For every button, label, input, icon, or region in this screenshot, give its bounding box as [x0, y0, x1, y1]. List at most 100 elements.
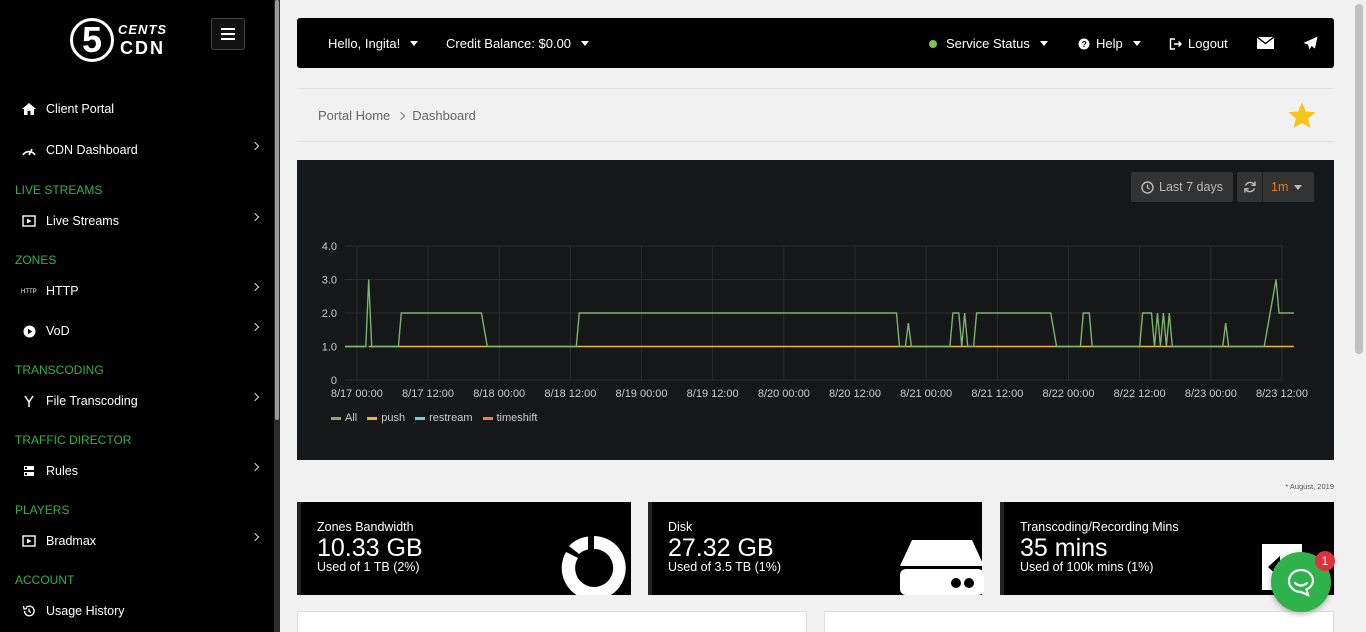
- bottom-panel-left: [297, 611, 807, 632]
- sidebar-item-live-streams[interactable]: Live Streams: [0, 206, 274, 236]
- history-icon: [20, 604, 38, 618]
- card-subtext: Used of 100k mins (1%): [1020, 560, 1154, 574]
- x-tick-label: 8/23 12:00: [1256, 388, 1308, 400]
- sidebar-item-file-transcoding[interactable]: File Transcoding: [0, 386, 274, 416]
- page-scrollbar[interactable]: [1351, 0, 1366, 632]
- chevron-right-icon: [250, 462, 260, 472]
- send-button[interactable]: [1303, 36, 1318, 50]
- card-disk: Disk 27.32 GB Used of 3.5 TB (1%): [648, 502, 984, 595]
- x-tick-label: 8/19 12:00: [687, 388, 739, 400]
- sidebar-item-vod[interactable]: VoD: [0, 316, 274, 346]
- sidebar-item-label: CDN Dashboard: [46, 143, 138, 157]
- messages-button[interactable]: [1257, 37, 1274, 49]
- card-value: 27.32 GB: [668, 534, 774, 562]
- breadcrumb-home-link[interactable]: Portal Home: [318, 108, 390, 123]
- y-tick-label: 2.0: [322, 308, 337, 320]
- logout-button[interactable]: Logout: [1169, 36, 1228, 51]
- sidebar-item-label: File Transcoding: [46, 394, 138, 408]
- x-tick-label: 8/17 00:00: [331, 388, 383, 400]
- chevron-right-icon: [250, 212, 260, 222]
- sidebar-item-cdn-dashboard[interactable]: CDN Dashboard: [0, 135, 274, 165]
- chevron-right-icon: [397, 111, 406, 120]
- player-icon: [20, 534, 38, 548]
- sidebar-item-client-portal[interactable]: Client Portal: [0, 94, 274, 124]
- legend-swatch: [482, 416, 493, 420]
- card-label: Transcoding/Recording Mins: [1020, 520, 1179, 534]
- x-tick-label: 8/19 00:00: [616, 388, 668, 400]
- donut-chart-icon: [561, 536, 626, 595]
- card-subtext: Used of 1 TB (2%): [317, 560, 420, 574]
- chat-bubble-icon: [1287, 568, 1315, 597]
- logout-icon: [1169, 37, 1182, 50]
- sidebar-item-rules[interactable]: Rules: [0, 456, 274, 486]
- paper-plane-icon: [1303, 36, 1318, 50]
- user-menu[interactable]: Hello, Ingita!: [328, 36, 419, 51]
- legend-label: timeshift: [496, 412, 538, 424]
- caret-down-icon: [410, 41, 419, 46]
- hard-drive-icon: [900, 540, 984, 595]
- svg-text:HTTP: HTTP: [21, 289, 37, 295]
- period-note: * August, 2019: [1285, 482, 1334, 491]
- live-stream-icon: [20, 214, 38, 228]
- card-subtext: Used of 3.5 TB (1%): [668, 560, 782, 574]
- card-value: 35 mins: [1020, 534, 1108, 562]
- caret-down-icon: [1039, 41, 1048, 46]
- bottom-panel-right: [824, 611, 1334, 632]
- credit-balance-menu[interactable]: Credit Balance: $0.00: [446, 36, 590, 51]
- breadcrumb: Portal Home Dashboard: [318, 108, 476, 123]
- greeting-text: Hello, Ingita!: [328, 36, 401, 51]
- sidebar-item-label: HTTP: [46, 284, 79, 298]
- x-tick-label: 8/18 12:00: [544, 388, 596, 400]
- sidebar-item-label: Client Portal: [46, 102, 115, 116]
- chevron-right-icon: [250, 392, 260, 402]
- section-zones: ZONES: [15, 253, 57, 267]
- sidebar-scrollbar[interactable]: [274, 0, 280, 632]
- x-tick-label: 8/22 12:00: [1114, 388, 1166, 400]
- x-tick-label: 8/22 00:00: [1043, 388, 1095, 400]
- home-icon: [20, 102, 38, 116]
- sidebar-item-label: Usage History: [46, 604, 125, 618]
- logout-text: Logout: [1188, 36, 1228, 51]
- legend-item-push[interactable]: push: [367, 412, 405, 424]
- chevron-right-icon: [250, 532, 260, 542]
- envelope-icon: [1257, 37, 1274, 49]
- sidebar-item-bradmax[interactable]: Bradmax: [0, 526, 274, 556]
- y-tick-label: 3.0: [322, 275, 337, 287]
- section-traffic-director: TRAFFIC DIRECTOR: [15, 433, 132, 447]
- x-tick-label: 8/18 00:00: [473, 388, 525, 400]
- sidebar-item-usage-history[interactable]: Usage History: [0, 596, 274, 626]
- section-transcoding: TRANSCODING: [15, 363, 104, 377]
- status-dot-icon: [929, 39, 937, 48]
- legend-swatch: [331, 416, 341, 420]
- brand-logo[interactable]: 5 CENTS CDN: [70, 18, 170, 64]
- favorite-star-icon[interactable]: [1287, 101, 1317, 131]
- sidebar-item-label: Live Streams: [46, 214, 119, 228]
- x-tick-label: 8/20 12:00: [829, 388, 881, 400]
- breadcrumb-bar: Portal Home Dashboard: [297, 88, 1334, 142]
- legend-item-restream[interactable]: restream: [415, 412, 473, 424]
- rules-icon: [20, 464, 38, 478]
- speedometer-icon: [20, 143, 38, 157]
- x-tick-label: 8/23 00:00: [1185, 388, 1237, 400]
- section-players: PLAYERS: [15, 503, 70, 517]
- x-tick-label: 8/21 00:00: [900, 388, 952, 400]
- section-live-streams: LIVE STREAMS: [15, 183, 103, 197]
- card-label: Disk: [668, 520, 693, 534]
- chart-legend: All push restream timeshift: [331, 412, 537, 424]
- service-status-text: Service Status: [946, 36, 1030, 51]
- sidebar-item-http[interactable]: HTTP HTTP: [0, 276, 274, 306]
- help-menu[interactable]: ? Help: [1078, 36, 1141, 51]
- y-tick-label: 1.0: [322, 342, 337, 354]
- x-tick-label: 8/17 12:00: [402, 388, 454, 400]
- sidebar: 5 CENTS CDN Client Portal CDN Dashboard …: [0, 0, 280, 632]
- play-circle-icon: [20, 324, 38, 338]
- sidebar-item-label: Bradmax: [46, 534, 97, 548]
- legend-item-timeshift[interactable]: timeshift: [482, 412, 538, 424]
- service-status-menu[interactable]: Service Status: [929, 36, 1048, 51]
- legend-item-all[interactable]: All: [331, 412, 357, 424]
- question-icon: ?: [1078, 38, 1090, 49]
- top-header: Hello, Ingita! Credit Balance: $0.00 Ser…: [297, 18, 1334, 68]
- sidebar-item-label: Rules: [46, 464, 78, 478]
- chevron-right-icon: [250, 282, 260, 292]
- menu-toggle-button[interactable]: [211, 18, 245, 50]
